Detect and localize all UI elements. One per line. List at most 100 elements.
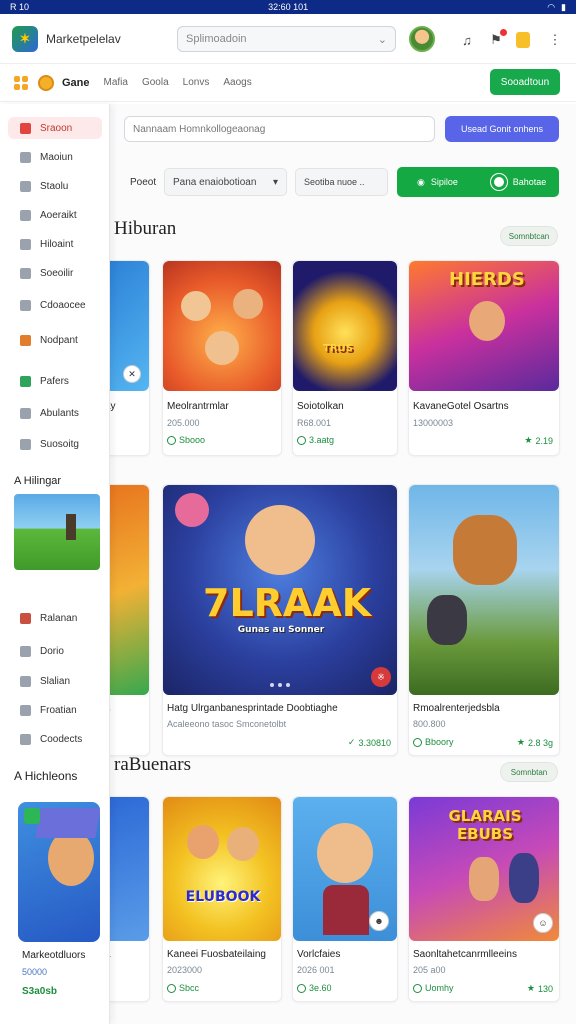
tab-game[interactable]: Gane xyxy=(62,77,90,89)
sidebar-item-1[interactable]: Sraoon xyxy=(8,117,102,139)
game-thumbnail: 7LRAAK Gunas au Sonner ※ xyxy=(163,485,397,695)
sidebar-featured-thumbnail[interactable] xyxy=(18,802,100,942)
filter-select-2[interactable]: Seotiba nuoe .. xyxy=(295,168,388,196)
game-card[interactable]: HIERDS KavaneGotel Osartns 13000003 ★ 2.1… xyxy=(408,260,560,456)
game-card[interactable]: Meolrantrmlar 205.000 Sbooo xyxy=(162,260,282,456)
sidebar-item-label: Hiloaint xyxy=(40,238,74,250)
sidebar-item-11[interactable]: Suosoitg xyxy=(8,433,102,455)
section2-more-button[interactable]: Somnbtan xyxy=(500,762,558,782)
character-icon xyxy=(317,823,373,883)
sidebar-item-7[interactable]: Cdoaocee xyxy=(8,294,102,316)
sidebar-item-label: Froatian xyxy=(40,704,77,716)
main-content: Nannaam Homnkollogeaonag Usead Gonit onh… xyxy=(100,104,576,1024)
sidebar-item-9[interactable]: Pafers xyxy=(8,370,102,392)
game-thumbnail xyxy=(163,261,281,391)
sidebar-item-15[interactable]: Froatian xyxy=(8,699,102,721)
game-logo-text: TRUS xyxy=(323,343,353,354)
view-toggle[interactable]: ◉ Sipiloe Bahotae xyxy=(397,167,559,197)
sidebar-item-5[interactable]: Hiloaint xyxy=(8,233,102,255)
tab-3[interactable]: Goola xyxy=(142,77,169,88)
sidebar-item-label: Pafers xyxy=(40,375,69,387)
section-title-1: Hiburan xyxy=(114,218,177,239)
bell-icon[interactable]: ♫ xyxy=(458,31,476,49)
wallet-icon[interactable] xyxy=(516,32,530,48)
cart-icon xyxy=(20,438,31,450)
card-sub: Acaleeono tasoc Smconetolbt xyxy=(167,719,287,729)
sidebar-item-14[interactable]: Slalian xyxy=(8,670,102,692)
tab-2[interactable]: Mafia xyxy=(104,77,128,88)
check-icon xyxy=(167,983,176,993)
character-icon xyxy=(181,291,211,321)
sidebar-item-label: Slalian xyxy=(40,675,71,687)
triangle-icon: A xyxy=(14,769,25,783)
tag-icon xyxy=(20,612,31,624)
sidebar-item-16[interactable]: Coodects xyxy=(8,728,102,750)
card-rating: Bboory xyxy=(413,737,454,747)
sidebar-item-12[interactable]: Ralanan xyxy=(8,607,102,629)
carousel-dots[interactable] xyxy=(270,683,290,687)
folder-icon xyxy=(20,209,31,221)
grid-icon[interactable] xyxy=(14,75,28,90)
card-title: Hatg Ulrganbanesprintade Doobtiaghe xyxy=(167,703,338,714)
sidebar-item-13[interactable]: Dorio xyxy=(8,640,102,662)
sidebar-item-6[interactable]: Soeoilir xyxy=(8,262,102,284)
tab-4[interactable]: Lonvs xyxy=(183,77,210,88)
bag-icon xyxy=(20,151,31,163)
toggle-right[interactable]: Bahotae xyxy=(478,174,559,190)
sidebar-item-2[interactable]: Maoiun xyxy=(8,146,102,168)
cat-character-icon xyxy=(453,515,517,585)
sidebar-item-label: Sraoon xyxy=(40,122,73,134)
character-icon xyxy=(469,301,505,341)
card-sub: 205 a00 xyxy=(413,965,446,975)
sidebar-item-4[interactable]: Aoeraikt xyxy=(8,204,102,226)
top-search-input[interactable]: Splimoadoin ⌄ xyxy=(177,26,396,52)
nav-bar: Gane Mafia Goola Lonvs Aaogs Sooadtoun xyxy=(0,64,576,102)
top-bar: ✶ Marketpelelav Splimoadoin ⌄ ♫ ⚑ ⋮ xyxy=(0,14,576,64)
clipboard-icon xyxy=(20,675,31,687)
game-card[interactable]: Rmoalrenterjedsbla 800.800 Bboory ★ 2.8 3… xyxy=(408,484,560,756)
avatar[interactable] xyxy=(409,26,435,52)
card-title: Saonltahetcanrmlleeins xyxy=(413,949,517,960)
sidebar-item-label: Staolu xyxy=(40,180,69,192)
game-card[interactable]: TRUS Soiotolkan R68.001 3.aatg xyxy=(292,260,398,456)
sidebar-thumbnail[interactable] xyxy=(14,494,100,570)
card-title: a xyxy=(105,949,149,960)
check-icon xyxy=(297,983,306,993)
sidebar-section2-label: Hichleons xyxy=(24,769,78,783)
card-sub: 2026 001 xyxy=(297,965,335,975)
card-rating-2: ★ 2.8 3g xyxy=(517,737,553,748)
star-icon: ★ xyxy=(526,983,535,993)
filter-label: Poeot xyxy=(130,177,157,188)
card-rating: ★ 2.19 xyxy=(524,435,553,446)
card-rating: 3.aatg xyxy=(297,435,334,445)
sidebar-item-8[interactable]: Nodpant xyxy=(8,329,102,351)
app-logo-icon[interactable]: ✶ xyxy=(12,25,38,52)
nav-action-button[interactable]: Sooadtoun xyxy=(490,69,560,95)
toggle-left[interactable]: ◉ Sipiloe xyxy=(397,177,478,188)
sidebar-item-label: Suosoitg xyxy=(40,438,79,450)
card-rating: 3e.60 xyxy=(297,983,332,993)
sidebar-section-heading: A Hilingar xyxy=(14,475,61,487)
list-icon xyxy=(20,238,31,250)
card-title: Meolrantrmlar xyxy=(167,401,229,412)
notification-icon[interactable]: ⚑ xyxy=(487,29,507,49)
game-thumbnail: TRUS xyxy=(293,261,397,391)
card-rating-value: 3.30810 xyxy=(358,737,391,748)
featured-game-card[interactable]: 7LRAAK Gunas au Sonner ※ Hatg Ulrganbane… xyxy=(162,484,398,756)
status-bar: R 10 32:60 101 ◠ ▮ xyxy=(0,0,576,14)
game-card[interactable]: GLARAIS EBUBS ☺ Saonltahetcanrmlleeins 2… xyxy=(408,796,560,1002)
game-card[interactable]: ELUBOOK Kaneei Fuosbateilaing 2023000 Sb… xyxy=(162,796,282,1002)
section1-more-button[interactable]: Somnbtcan xyxy=(500,226,558,246)
game-card[interactable]: ☻ Vorlcfaies 2026 001 3e.60 xyxy=(292,796,398,1002)
search-button[interactable]: Usead Gonit onhens xyxy=(445,116,559,142)
sidebar-item-3[interactable]: Staolu xyxy=(8,175,102,197)
more-icon[interactable]: ⋮ xyxy=(546,31,564,49)
card-rating-value: Sbcc xyxy=(179,983,200,993)
sidebar-item-10[interactable]: Abulants xyxy=(8,402,102,424)
card-title: o xyxy=(105,705,149,716)
filter-select-1[interactable]: Pana enaiobotioan ▾ xyxy=(164,168,287,196)
tab-5[interactable]: Aaogs xyxy=(223,77,251,88)
card-rating: Sbcc xyxy=(167,983,199,993)
main-search-input[interactable]: Nannaam Homnkollogeaonag xyxy=(124,116,435,142)
featured-sub: 50000 xyxy=(22,967,48,977)
